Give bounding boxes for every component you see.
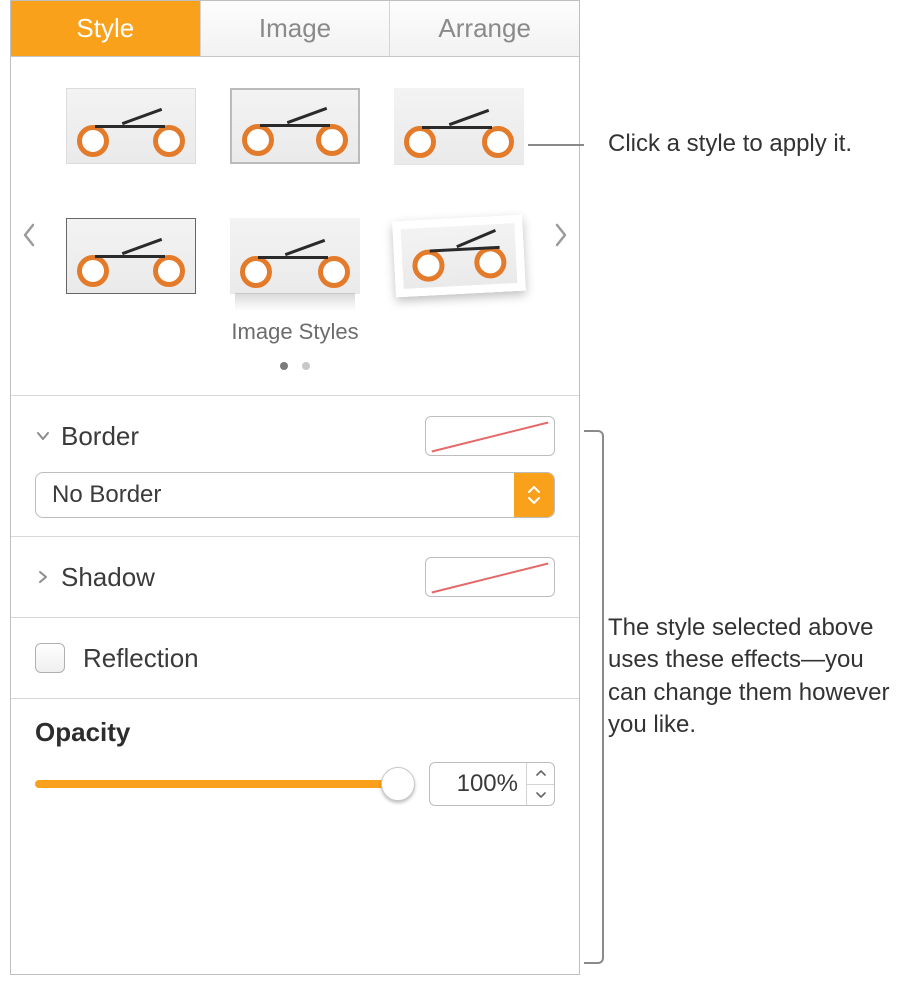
opacity-stepper [526, 763, 554, 805]
slider-knob[interactable] [381, 767, 415, 801]
shadow-section: Shadow [11, 536, 579, 617]
style-thumbnail-2[interactable] [225, 81, 365, 171]
select-stepper-icon [514, 473, 554, 517]
chevron-right-icon [35, 569, 51, 585]
opacity-value: 100% [430, 763, 526, 805]
style-thumbnail-1[interactable] [61, 81, 201, 171]
annotation-1: Click a style to apply it. [608, 128, 908, 160]
annotation-2: The style selected above uses these effe… [608, 612, 898, 742]
opacity-value-field[interactable]: 100% [429, 762, 555, 806]
shadow-swatch[interactable] [425, 557, 555, 597]
style-page-dots [31, 349, 559, 377]
shadow-header[interactable]: Shadow [35, 562, 155, 593]
border-label: Border [61, 421, 139, 452]
opacity-label: Opacity [35, 717, 555, 748]
format-panel: Style Image Arrange Image Styles [10, 0, 580, 975]
reflection-label: Reflection [83, 643, 199, 674]
styles-next-button[interactable] [549, 215, 573, 255]
opacity-slider[interactable] [35, 766, 413, 802]
image-styles-heading: Image Styles [31, 319, 559, 345]
callout-line [528, 144, 584, 146]
style-thumbnail-3[interactable] [389, 81, 529, 171]
tab-bar: Style Image Arrange [11, 1, 579, 57]
reflection-checkbox[interactable] [35, 643, 65, 673]
slider-track [35, 780, 413, 788]
style-page-dot-1[interactable] [280, 362, 288, 370]
reflection-section: Reflection [11, 617, 579, 698]
style-thumbnails [31, 81, 559, 301]
chevron-down-icon [35, 428, 51, 444]
border-type-value: No Border [36, 481, 514, 509]
image-styles-area: Image Styles [11, 57, 579, 395]
tab-arrange[interactable]: Arrange [390, 1, 579, 56]
shadow-label: Shadow [61, 562, 155, 593]
opacity-step-up[interactable] [527, 763, 554, 785]
tab-style[interactable]: Style [11, 1, 201, 56]
tab-image[interactable]: Image [201, 1, 391, 56]
style-thumbnail-6[interactable] [387, 207, 532, 304]
border-section: Border No Border [11, 395, 579, 536]
style-thumbnail-5[interactable] [225, 211, 365, 301]
styles-prev-button[interactable] [17, 215, 41, 255]
border-swatch[interactable] [425, 416, 555, 456]
callout-bracket [584, 430, 604, 964]
border-type-select[interactable]: No Border [35, 472, 555, 518]
opacity-section: Opacity 100% [11, 698, 579, 824]
border-header[interactable]: Border [35, 421, 139, 452]
style-page-dot-2[interactable] [302, 362, 310, 370]
style-thumbnail-4[interactable] [61, 211, 201, 301]
opacity-step-down[interactable] [527, 785, 554, 806]
